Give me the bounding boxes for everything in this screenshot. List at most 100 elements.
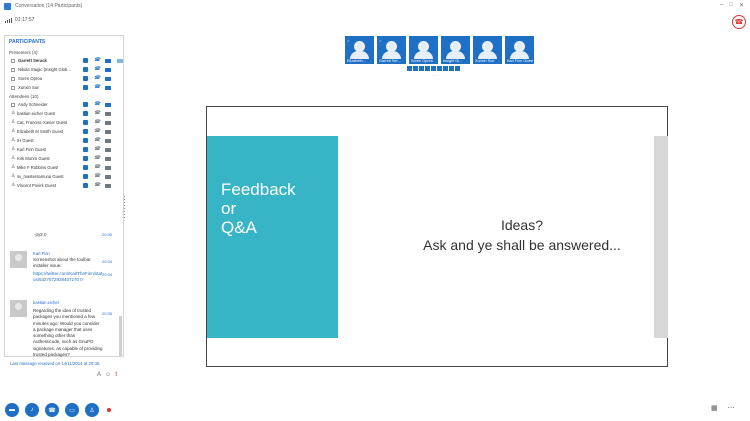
participant-row[interactable]: ♙ IH Guest ☎ bbox=[5, 136, 123, 145]
participant-row[interactable]: Xunxin Sun ☎ bbox=[5, 83, 123, 92]
emoticon-icon[interactable]: ☺ bbox=[105, 372, 111, 378]
im-icon bbox=[83, 183, 88, 188]
chat-bubble-icon: ▬ bbox=[9, 407, 15, 413]
mute-button[interactable]: ♪ bbox=[25, 403, 39, 417]
tile-pager[interactable] bbox=[407, 66, 460, 71]
participant-row[interactable]: Garrett Serack ☎ bbox=[5, 56, 123, 65]
person-icon: ♙ bbox=[11, 155, 16, 161]
presentation-slide: Feedback or Q&A Ideas? Ask and ye shall … bbox=[206, 106, 668, 367]
participant-name: Xunxin Sun bbox=[18, 85, 40, 90]
recording-indicator bbox=[107, 408, 111, 412]
signal-icon bbox=[5, 17, 12, 23]
participant-tile[interactable]: Xunxin Sun bbox=[473, 36, 502, 64]
participant-checkbox[interactable] bbox=[11, 76, 15, 81]
hang-up-button[interactable]: ☎ bbox=[732, 15, 746, 29]
participant-status-icons: ☎ bbox=[83, 138, 111, 143]
phone-icon: ☎ bbox=[94, 182, 101, 188]
participant-tile[interactable]: ♪ Garrett Ser... bbox=[377, 36, 406, 64]
close-button[interactable]: ✕ bbox=[739, 2, 744, 9]
layout-icon[interactable]: ▦ bbox=[711, 404, 718, 412]
participant-row[interactable]: ♙ Mike F Robbins Guest ☎ bbox=[5, 163, 123, 172]
participant-status-icons: ☎ bbox=[83, 183, 111, 188]
participants-button[interactable]: ♙ bbox=[85, 403, 99, 417]
window-title: Conversation (14 Participants) bbox=[15, 3, 83, 9]
slide-block-line: Q&A bbox=[221, 218, 257, 237]
participant-status-icons: ☎ bbox=[83, 147, 111, 152]
participant-row[interactable]: ♙ Karl Finn Guest ☎ bbox=[5, 145, 123, 154]
participant-name: Soren Oprea bbox=[18, 76, 42, 81]
phone-icon: ☎ bbox=[94, 84, 101, 90]
participant-tile[interactable]: Soren Oprea bbox=[409, 36, 438, 64]
participant-row[interactable]: Nikola Stagic (Insight Glob... ☎ bbox=[5, 65, 123, 74]
microphone-icon: ♪ bbox=[30, 407, 34, 413]
pager-handle[interactable]: ... bbox=[432, 72, 438, 77]
font-icon[interactable]: A bbox=[97, 372, 101, 378]
chat-sender[interactable]: bastian.eicher bbox=[33, 300, 59, 305]
participant-name: Kirk Munro Guest bbox=[17, 156, 50, 161]
participant-status-icons: ☎ bbox=[83, 67, 111, 72]
participant-status-icons: ☎ bbox=[83, 120, 111, 125]
participant-name: Nikola Stagic (Insight Glob... bbox=[18, 67, 71, 72]
participant-row[interactable]: ♙ Vincent Povirk Guest ☎ bbox=[5, 181, 123, 190]
phone-icon: ☎ bbox=[94, 75, 101, 81]
more-options-icon[interactable]: ⋯ bbox=[728, 404, 735, 412]
maximize-button[interactable]: □ bbox=[729, 2, 733, 9]
person-icon: ♙ bbox=[11, 110, 16, 116]
participant-tile[interactable]: Karl Finn Guest bbox=[505, 36, 534, 64]
chat-message-link[interactable]: https://twitter.com/KarlTheFinn/status/5… bbox=[33, 271, 103, 284]
participant-row[interactable]: Soren Oprea ☎ bbox=[5, 74, 123, 83]
participant-row[interactable]: ♙ Elizabeth M Smith Guest ☎ bbox=[5, 127, 123, 136]
phone-icon: ☎ bbox=[94, 164, 101, 170]
attendees-heading[interactable]: Attendees (10) bbox=[5, 92, 123, 100]
window-controls: – □ ✕ bbox=[720, 2, 744, 9]
participant-checkbox[interactable] bbox=[11, 102, 15, 107]
participant-video-strip: ♪ Elizabeth... ♪ Garrett Ser... Soren Op… bbox=[345, 36, 534, 64]
panel-splitter-handle[interactable] bbox=[124, 196, 126, 220]
presenters-heading[interactable]: Presenters (4) bbox=[5, 48, 123, 56]
monitor-icon: ▭ bbox=[69, 407, 75, 414]
participant-row[interactable]: ♙ Kirk Munro Guest ☎ bbox=[5, 154, 123, 163]
slide-accent-block bbox=[207, 136, 338, 338]
participant-tile-name: Garrett Ser... bbox=[379, 59, 401, 63]
participant-row[interactable]: ♙ sv_mastersamurai Guest ☎ bbox=[5, 172, 123, 181]
chat-scrollbar[interactable] bbox=[119, 316, 122, 356]
participant-tile-name: Xunxin Sun bbox=[475, 59, 495, 63]
participant-tile[interactable]: Insight Gl... bbox=[441, 36, 470, 64]
phone-icon: ☎ bbox=[94, 155, 101, 161]
call-controls-button[interactable]: ☎ bbox=[45, 403, 59, 417]
participant-name: Karl Finn Guest bbox=[17, 147, 47, 152]
chat-message-time: 20:35 bbox=[102, 311, 113, 316]
im-icon bbox=[83, 76, 88, 81]
video-icon bbox=[105, 58, 111, 63]
participant-checkbox[interactable] bbox=[11, 85, 15, 90]
phone-icon: ☎ bbox=[94, 128, 101, 134]
participant-status-icons: ☎ bbox=[83, 76, 111, 81]
participant-tile[interactable]: ♪ Elizabeth... bbox=[345, 36, 374, 64]
participant-row[interactable]: ♙ bastian.eicher Guest ☎ bbox=[5, 109, 123, 118]
im-button[interactable]: ▬ bbox=[5, 403, 19, 417]
chat-sender[interactable]: Karl Finn bbox=[33, 251, 50, 256]
participant-row[interactable]: ♙ Cat, Francisc-Xavier Guest ☎ bbox=[5, 118, 123, 127]
slide-heading: Ideas? bbox=[500, 217, 544, 233]
screen-share-icon bbox=[117, 58, 123, 63]
im-icon bbox=[83, 111, 88, 116]
phone-icon: ☎ bbox=[94, 101, 101, 107]
participant-status-icons: ☎ bbox=[83, 102, 111, 107]
video-icon bbox=[105, 76, 111, 81]
participant-checkbox[interactable] bbox=[11, 67, 15, 72]
participant-status-icons: ☎ bbox=[83, 165, 111, 170]
microphone-icon: ♪ bbox=[347, 38, 349, 43]
chat-message-time: 20:34 bbox=[102, 259, 113, 264]
participant-checkbox[interactable] bbox=[11, 58, 15, 63]
minimize-button[interactable]: – bbox=[720, 2, 723, 9]
people-icon: ♙ bbox=[89, 407, 95, 414]
participant-name: Garrett Serack bbox=[18, 58, 47, 63]
participant-tile-name: Karl Finn Guest bbox=[507, 59, 533, 63]
conversation-window: Conversation (14 Participants) – □ ✕ 01:… bbox=[0, 0, 750, 421]
present-button[interactable]: ▭ bbox=[65, 403, 79, 417]
importance-icon[interactable]: ! bbox=[115, 372, 117, 378]
participant-row[interactable]: Andy Schneider ☎ bbox=[5, 100, 123, 109]
phone-icon: ☎ bbox=[94, 66, 101, 72]
participant-name: Cat, Francisc-Xavier Guest bbox=[17, 120, 68, 125]
person-icon: ♙ bbox=[11, 173, 16, 179]
